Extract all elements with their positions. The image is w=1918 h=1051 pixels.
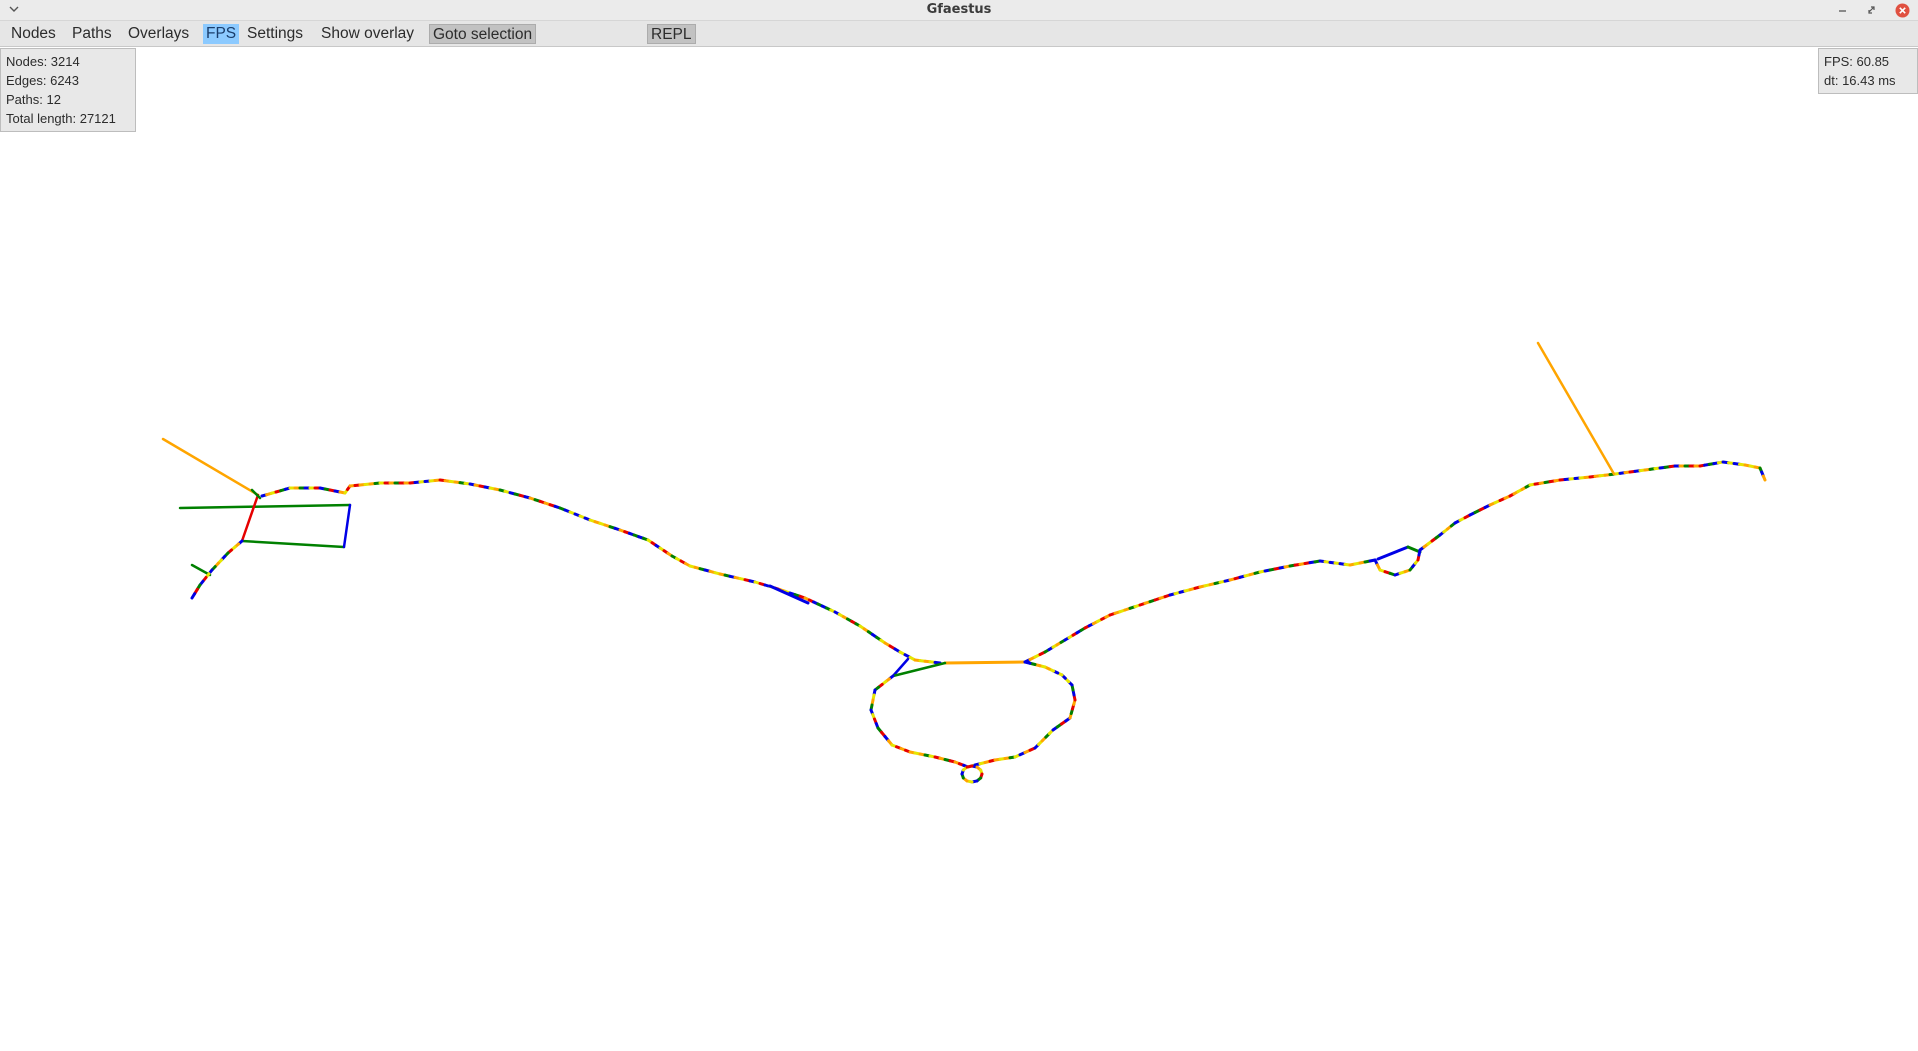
graph-edge <box>1536 341 1616 476</box>
menu-nodes[interactable]: Nodes <box>8 24 59 44</box>
total-length: Total length: 27121 <box>6 111 116 126</box>
menu-overlays[interactable]: Overlays <box>125 24 192 44</box>
graph-edges <box>161 341 1767 784</box>
graph-edge <box>1406 545 1422 554</box>
title-bar: Gfaestus <box>0 0 1918 21</box>
graph-edge <box>342 503 352 549</box>
graph-stats-panel: Nodes: 3214 Edges: 6243 Paths: 12 Total … <box>0 48 136 132</box>
graph-edge <box>250 488 262 500</box>
close-icon[interactable] <box>1895 3 1910 18</box>
goto-selection-button[interactable]: Goto selection <box>429 24 537 44</box>
graph-edge <box>768 584 810 605</box>
menu-show-overlay[interactable]: Show overlay <box>318 24 417 44</box>
graph-canvas[interactable] <box>0 0 1918 1051</box>
fps-panel: FPS: 60.85 dt: 16.43 ms <box>1818 48 1918 94</box>
graph-edge <box>891 661 947 678</box>
graph-node-path <box>190 592 197 600</box>
graph-node-path <box>965 764 974 769</box>
menu-bar: Nodes Paths Overlays FPS Settings Show o… <box>0 21 1918 47</box>
minimize-icon[interactable] <box>1835 3 1850 18</box>
menu-paths[interactable]: Paths <box>69 24 115 44</box>
window-title: Gfaestus <box>926 2 992 17</box>
graph-edge <box>178 503 352 510</box>
graph-edge <box>240 493 260 543</box>
graph-edge <box>161 437 260 497</box>
menu-fps[interactable]: FPS <box>203 24 240 44</box>
graph-node-path <box>1761 474 1767 482</box>
frame-time-value: dt: 16.43 ms <box>1824 73 1896 88</box>
node-count: Nodes: 3214 <box>6 54 80 69</box>
edge-count: Edges: 6243 <box>6 73 80 88</box>
restore-icon[interactable] <box>1864 3 1879 18</box>
menu-settings[interactable]: Settings <box>244 24 306 44</box>
graph-edge <box>240 539 346 549</box>
graph-node-path <box>933 660 942 665</box>
repl-button[interactable]: REPL <box>647 24 696 44</box>
graph-edge <box>943 660 1027 665</box>
fps-value: FPS: 60.85 <box>1824 54 1890 69</box>
graph-edge <box>1376 545 1410 561</box>
path-count: Paths: 12 <box>6 92 61 107</box>
